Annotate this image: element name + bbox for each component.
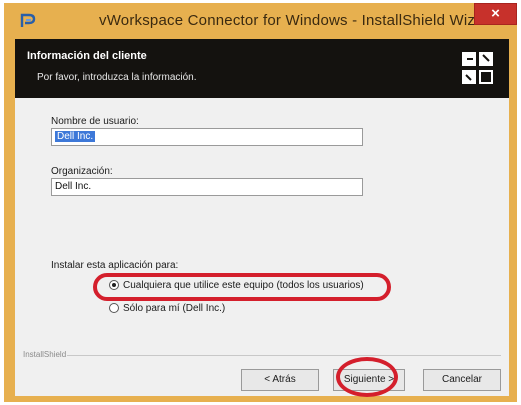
username-label: Nombre de usuario:	[51, 116, 139, 127]
highlight-annotation	[93, 273, 391, 301]
username-field[interactable]: Dell Inc.	[51, 128, 363, 146]
close-button[interactable]: ×	[474, 3, 517, 25]
window-title: vWorkspace Connector for Windows - Insta…	[99, 12, 498, 29]
wizard-header: Información del cliente Por favor, intro…	[15, 39, 509, 98]
organization-field[interactable]: Dell Inc.	[51, 178, 363, 196]
cancel-button[interactable]: Cancelar	[423, 369, 501, 391]
organization-value: Dell Inc.	[55, 181, 92, 192]
page-subtitle: Por favor, introduzca la información.	[37, 72, 197, 83]
organization-label: Organización:	[51, 166, 113, 177]
title-bar[interactable]: vWorkspace Connector for Windows - Insta…	[4, 3, 517, 39]
username-value: Dell Inc.	[55, 131, 96, 142]
radio-only-me-label: Sólo para mí (Dell Inc.)	[123, 303, 226, 314]
radio-unselected-icon	[109, 303, 119, 314]
wizard-body: Información del cliente Por favor, intro…	[15, 39, 509, 397]
installshield-logo-icon	[462, 52, 493, 84]
installshield-brand: InstallShield	[23, 350, 67, 359]
page-title: Información del cliente	[27, 50, 147, 62]
install-for-label: Instalar esta aplicación para:	[51, 260, 179, 271]
footer-divider	[67, 355, 501, 356]
radio-only-me[interactable]: Sólo para mí (Dell Inc.)	[109, 303, 225, 319]
installer-window: vWorkspace Connector for Windows - Insta…	[4, 3, 517, 402]
back-button[interactable]: < Atrás	[241, 369, 319, 391]
installer-app-icon	[20, 13, 36, 27]
highlight-annotation	[336, 357, 398, 397]
close-icon: ×	[491, 5, 500, 22]
